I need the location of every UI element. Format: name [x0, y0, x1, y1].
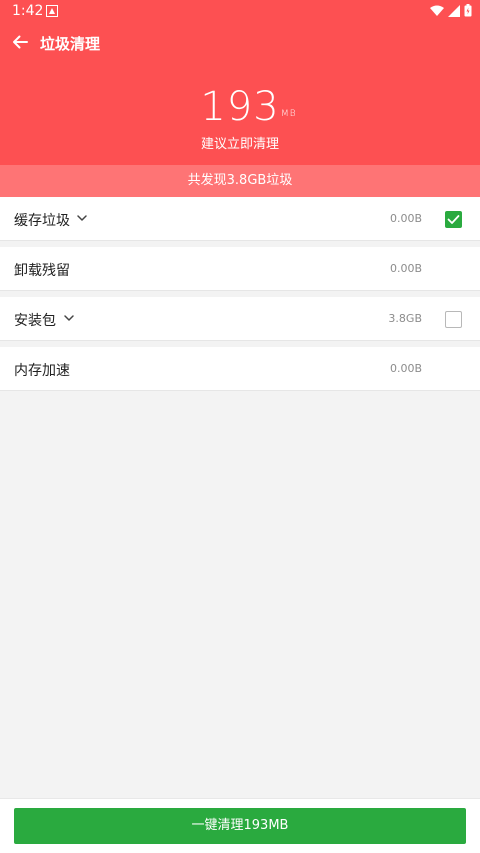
- chevron-down-icon[interactable]: [62, 311, 76, 325]
- list-item-cache-junk[interactable]: 缓存垃圾 0.00B: [0, 197, 480, 241]
- bottom-bar: 一键清理193MB: [0, 798, 480, 853]
- header: 1:42 垃圾清理 193 MB 建议立即清理 共发现3.8GB垃圾: [0, 0, 480, 197]
- junk-size: 193 MB: [0, 82, 480, 132]
- list-item-memory-boost[interactable]: 内存加速 0.00B: [0, 347, 480, 391]
- junk-size-unit: MB: [281, 109, 297, 119]
- row-size: 3.8GB: [388, 312, 422, 325]
- row-size: 0.00B: [389, 262, 422, 275]
- found-summary-bar: 共发现3.8GB垃圾: [0, 165, 480, 197]
- junk-size-number: 193: [200, 84, 280, 130]
- check-icon: [447, 215, 460, 224]
- row-size: 0.00B: [389, 212, 422, 225]
- checkbox-checked[interactable]: [445, 211, 462, 228]
- screen: 1:42 垃圾清理 193 MB 建议立即清理 共发现3.8GB垃圾 缓存垃圾 …: [0, 0, 480, 853]
- row-label: 卸载残留: [14, 263, 70, 279]
- chevron-down-icon[interactable]: [75, 211, 89, 225]
- row-size: 0.00B: [389, 362, 422, 375]
- toolbar: 垃圾清理: [0, 24, 480, 64]
- status-bar: 1:42: [0, 0, 480, 24]
- wifi-icon: [430, 5, 444, 16]
- checkbox-unchecked[interactable]: [445, 311, 462, 328]
- notification-icon: [46, 5, 58, 17]
- junk-size-value: 193 MB: [200, 82, 295, 132]
- status-icons: [430, 4, 472, 17]
- row-label: 安装包: [14, 313, 56, 329]
- row-label: 内存加速: [14, 363, 70, 379]
- one-click-clean-button[interactable]: 一键清理193MB: [14, 808, 466, 844]
- signal-icon: [448, 4, 460, 17]
- list-item-uninstall-residue[interactable]: 卸载残留 0.00B: [0, 247, 480, 291]
- list-item-apk-packages[interactable]: 安装包 3.8GB: [0, 297, 480, 341]
- row-label: 缓存垃圾: [14, 213, 70, 229]
- page-title: 垃圾清理: [40, 35, 101, 53]
- back-button[interactable]: [6, 28, 34, 56]
- found-summary-text: 共发现3.8GB垃圾: [187, 173, 293, 188]
- battery-icon: [464, 4, 472, 17]
- arrow-left-icon: [13, 35, 28, 49]
- status-time: 1:42: [12, 3, 44, 19]
- suggestion-text: 建议立即清理: [200, 137, 279, 152]
